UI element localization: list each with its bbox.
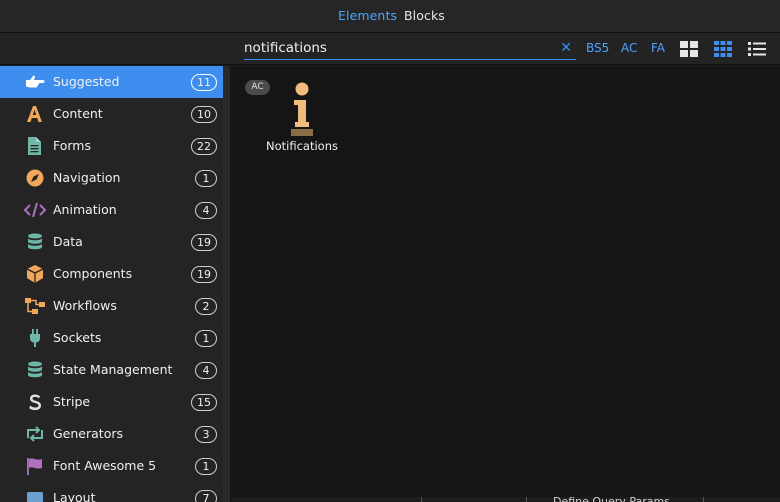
panel-divider [526,497,527,502]
plug-icon [30,329,40,347]
count-badge: 22 [191,138,217,155]
small-grid-view-icon[interactable] [714,40,732,58]
clear-search-icon[interactable]: ✕ [560,40,572,56]
info-icon [291,82,313,136]
sidebar-item-content[interactable]: Content 10 [0,98,224,130]
count-badge: 2 [195,298,217,315]
count-badge: 10 [191,106,217,123]
search-input[interactable] [244,38,554,58]
element-notifications[interactable]: Notifications [262,80,342,158]
list-view-icon[interactable] [748,40,766,58]
count-badge: 19 [191,266,217,283]
count-badge: 1 [195,170,217,187]
count-badge: 1 [195,330,217,347]
filter-bs5[interactable]: BS5 [586,41,609,55]
sidebar-item-generators[interactable]: Generators 3 [0,418,224,450]
sidebar-scrollbar[interactable] [223,66,230,502]
category-sidebar: Suggested 11 Content 10 Forms 22 Navigat… [0,66,231,502]
element-label: Notifications [266,139,338,153]
sidebar-item-label: Generators [53,426,123,441]
count-badge: 3 [195,426,217,443]
large-tiles-view-icon[interactable] [680,40,698,58]
count-badge: 11 [191,74,217,91]
sidebar-item-label: Font Awesome 5 [53,458,157,473]
count-badge: 19 [191,234,217,251]
database-icon [28,233,42,250]
count-badge: 1 [195,458,217,475]
filter-fa[interactable]: FA [651,41,665,55]
panel-divider [703,497,704,502]
sidebar-item-font-awesome[interactable]: Font Awesome 5 1 [0,450,224,482]
sidebar-item-label: Workflows [53,298,117,313]
count-badge: 4 [195,362,217,379]
search-field: ✕ [244,38,576,60]
sidebar-item-sockets[interactable]: Sockets 1 [0,322,224,354]
sidebar-item-label: Suggested [53,74,120,89]
pointing-hand-icon [26,75,45,88]
sidebar-item-label: State Management [53,362,173,377]
cube-icon [26,265,44,283]
sidebar-item-label: Animation [53,202,117,217]
sidebar-item-suggested[interactable]: Suggested 11 [0,66,224,98]
results-panel: AC Notifications [232,66,780,498]
database-icon [28,361,42,378]
tab-blocks[interactable]: Blocks [404,8,445,23]
stripe-s-icon [29,394,41,411]
sidebar-item-label: Stripe [53,394,91,409]
document-icon [28,137,41,155]
underlying-panel-text: Define Query Params [553,495,670,502]
panel-divider [421,497,422,502]
sidebar-item-label: Components [53,266,133,281]
sidebar-item-state-management[interactable]: State Management 4 [0,354,224,386]
sidebar-item-data[interactable]: Data 19 [0,226,224,258]
search-bar: ✕ BS5 AC FA [0,33,780,65]
sidebar-item-label: Forms [53,138,92,153]
sidebar-item-label: Sockets [53,330,102,345]
tab-elements[interactable]: Elements [338,8,397,23]
code-icon [24,202,46,218]
flag-icon [27,458,42,475]
sidebar-item-label: Navigation [53,170,121,185]
sidebar-item-forms[interactable]: Forms 22 [0,130,224,162]
sitemap-icon [25,298,45,314]
sidebar-item-layout[interactable]: Layout 7 [0,482,224,502]
sidebar-item-workflows[interactable]: Workflows 2 [0,290,224,322]
sidebar-item-label: Data [53,234,83,249]
top-bar: Elements Blocks [0,0,780,33]
sidebar-item-animation[interactable]: Animation 4 [0,194,224,226]
sidebar-item-components[interactable]: Components 19 [0,258,224,290]
sidebar-item-label: Content [53,106,103,121]
underlying-panel-strip [232,497,780,502]
count-badge: 15 [191,394,217,411]
font-letter-icon [27,106,42,122]
layout-icon [27,492,43,502]
filter-ac[interactable]: AC [621,41,637,55]
sidebar-item-label: Layout [53,490,96,502]
count-badge: 4 [195,202,217,219]
compass-icon [26,169,44,187]
sidebar-item-stripe[interactable]: Stripe 15 [0,386,224,418]
retweet-icon [27,426,43,442]
sidebar-item-navigation[interactable]: Navigation 1 [0,162,224,194]
count-badge: 7 [195,490,217,502]
